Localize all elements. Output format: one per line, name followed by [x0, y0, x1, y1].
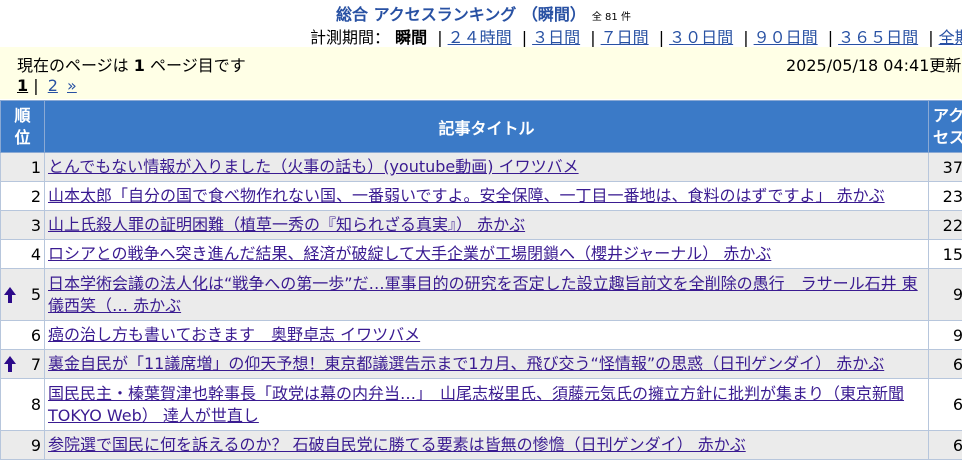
rank-cell: 6 — [0, 320, 45, 350]
table-row: 8 国民民主・榛葉賀津也幹事長「政党は幕の内弁当…」 山尾志桜里氏、須藤元気氏の… — [0, 378, 962, 431]
period-link-365d[interactable]: ３６５日間 — [838, 28, 918, 47]
access-count: 23 — [928, 181, 962, 211]
rank-cell: 4 — [0, 239, 45, 269]
period-label: 計測期間： — [310, 28, 391, 47]
rank-cell: 8 — [0, 378, 45, 431]
article-link[interactable]: 裏金自民が「11議席増」の仰天予想！東京都議選告示まで1カ月、飛び交う“怪情報”… — [48, 354, 884, 373]
rank-cell: 9 — [0, 430, 45, 460]
access-count: 22 — [928, 210, 962, 240]
separator: | — [33, 76, 39, 95]
access-count: 6 — [928, 430, 962, 460]
page-header: 総合 アクセスランキング （瞬間） 全 81 件 計測期間： 瞬間 | ２４時間 |… — [0, 0, 962, 47]
title-cell: とんでもない情報が入りました（火事の話も）(youtube動画) イワツバメ — [44, 152, 929, 182]
page-2-link[interactable]: 2 — [48, 76, 58, 95]
article-link[interactable]: 癌の治し方も書いておきます 奥野卓志 イワツバメ — [48, 325, 420, 344]
page-number: 1 — [133, 56, 145, 75]
rank-cell: 5 — [0, 268, 45, 321]
separator: | — [658, 28, 665, 47]
article-link[interactable]: とんでもない情報が入りました（火事の話も）(youtube動画) イワツバメ — [48, 157, 579, 176]
period-link-3d[interactable]: ３日間 — [532, 28, 580, 47]
period-link-7d[interactable]: ７日間 — [601, 28, 649, 47]
title-cell: 裏金自民が「11議席増」の仰天予想！東京都議選告示まで1カ月、飛び交う“怪情報”… — [44, 349, 929, 379]
title-cell: 山上氏殺人罪の証明困難（植草一秀の『知られざる真実』） 赤かぶ — [44, 210, 929, 240]
page-suffix: ページ目です — [150, 56, 246, 75]
period-current: 瞬間 — [395, 28, 428, 47]
period-link-all[interactable]: 全期間 — [939, 28, 962, 47]
separator: | — [827, 28, 834, 47]
rank-cell: 7 — [0, 349, 45, 379]
access-count: 9 — [928, 320, 962, 350]
table-row: 6 癌の治し方も書いておきます 奥野卓志 イワツバメ 9 — [0, 320, 962, 350]
rank-up-arrow-icon — [4, 286, 16, 303]
article-link[interactable]: 参院選で国民に何を訴えるのか？ 石破自民党に勝てる要素は皆無の惨憺（日刊ゲンダイ… — [48, 435, 746, 454]
separator: | — [743, 28, 749, 47]
pagination: 1 | 2 » — [17, 76, 77, 95]
current-page-info: 現在のページは 1 ページ目です — [17, 52, 246, 76]
ranking-table: 順位 記事タイトル アク セス 1 とんでもない情報が入りました（火事の話も）(y… — [0, 100, 962, 460]
rank-up-arrow-icon — [4, 356, 16, 372]
article-link[interactable]: 国民民主・榛葉賀津也幹事長「政党は幕の内弁当…」 山尾志桜里氏、須藤元気氏の擁立… — [48, 384, 904, 425]
table-row: 9 参院選で国民に何を訴えるのか？ 石破自民党に勝てる要素は皆無の惨憺（日刊ゲン… — [0, 430, 962, 460]
period-link-24h[interactable]: ２４時間 — [448, 28, 512, 47]
article-link[interactable]: 山本太郎「自分の国で食べ物作れない国、一番弱いですよ。安全保障、一丁目一番地は、… — [48, 186, 885, 205]
rank-cell: 2 — [0, 181, 45, 211]
info-bar: 現在のページは 1 ページ目です 2025/05/18 04:41更新 1 | … — [0, 47, 962, 99]
access-count: 37 — [928, 152, 962, 182]
table-row: 3 山上氏殺人罪の証明困難（植草一秀の『知られざる真実』） 赤かぶ 22 — [0, 210, 962, 240]
rank-header: 順位 — [0, 100, 45, 153]
next-page-link[interactable]: » — [67, 76, 77, 95]
table-row: 5 日本学術会議の法人化は“戦争への第一歩”だ…軍事目的の研究を否定した設立趣旨… — [0, 268, 962, 321]
access-count: 9 — [928, 268, 962, 321]
title-cell: 日本学術会議の法人化は“戦争への第一歩”だ…軍事目的の研究を否定した設立趣旨前文… — [44, 268, 929, 321]
ranking-title-text: 総合 アクセスランキング （瞬間） — [336, 5, 586, 24]
table-row: 2 山本太郎「自分の国で食べ物作れない国、一番弱いですよ。安全保障、一丁目一番地… — [0, 181, 962, 211]
page-1-current: 1 — [17, 76, 29, 95]
title-cell: 参院選で国民に何を訴えるのか？ 石破自民党に勝てる要素は皆無の惨憺（日刊ゲンダイ… — [44, 430, 929, 460]
table-row: 1 とんでもない情報が入りました（火事の話も）(youtube動画) イワツバメ… — [0, 152, 962, 182]
ranking-title: 総合 アクセスランキング （瞬間） 全 81 件 — [336, 1, 631, 25]
table-row: 7 裏金自民が「11議席増」の仰天予想！東京都議選告示まで1カ月、飛び交う“怪情… — [0, 349, 962, 379]
period-selector: 計測期間： 瞬間 | ２４時間 | ３日間 | ７日間 | ３０日間 | ９０日間 | ３６… — [310, 24, 962, 48]
total-count: 全 81 件 — [591, 12, 631, 23]
access-count: 6 — [928, 349, 962, 379]
title-cell: 国民民主・榛葉賀津也幹事長「政党は幕の内弁当…」 山尾志桜里氏、須藤元気氏の擁立… — [44, 378, 929, 431]
title-cell: 山本太郎「自分の国で食べ物作れない国、一番弱いですよ。安全保障、一丁目一番地は、… — [44, 181, 929, 211]
table-header-row: 順位 記事タイトル アク セス — [0, 100, 962, 153]
separator: | — [437, 28, 443, 47]
separator: | — [521, 28, 528, 47]
article-link[interactable]: 山上氏殺人罪の証明困難（植草一秀の『知られざる真実』） 赤かぶ — [48, 215, 525, 234]
title-cell: 癌の治し方も書いておきます 奥野卓志 イワツバメ — [44, 320, 929, 350]
rank-cell: 1 — [0, 152, 45, 182]
access-header: アク セス — [928, 100, 962, 153]
article-link[interactable]: 日本学術会議の法人化は“戦争への第一歩”だ…軍事目的の研究を否定した設立趣旨前文… — [48, 274, 918, 315]
separator: | — [590, 28, 596, 47]
title-cell: ロシアとの戦争へ突き進んだ結果、経済が破綻して大手企業が工場閉鎖へ（櫻井ジャーナ… — [44, 239, 929, 269]
rank-cell: 3 — [0, 210, 45, 240]
table-row: 4 ロシアとの戦争へ突き進んだ結果、経済が破綻して大手企業が工場閉鎖へ（櫻井ジャ… — [0, 239, 962, 269]
article-link[interactable]: ロシアとの戦争へ突き進んだ結果、経済が破綻して大手企業が工場閉鎖へ（櫻井ジャーナ… — [48, 244, 771, 263]
separator: | — [928, 28, 934, 47]
page-prefix: 現在のページは — [17, 56, 129, 75]
title-header: 記事タイトル — [44, 100, 929, 153]
updated-timestamp: 2025/05/18 04:41更新 — [786, 56, 962, 75]
access-count: 15 — [928, 239, 962, 269]
period-link-90d[interactable]: ９０日間 — [754, 28, 818, 47]
access-count: 6 — [928, 378, 962, 431]
period-link-30d[interactable]: ３０日間 — [669, 28, 733, 47]
